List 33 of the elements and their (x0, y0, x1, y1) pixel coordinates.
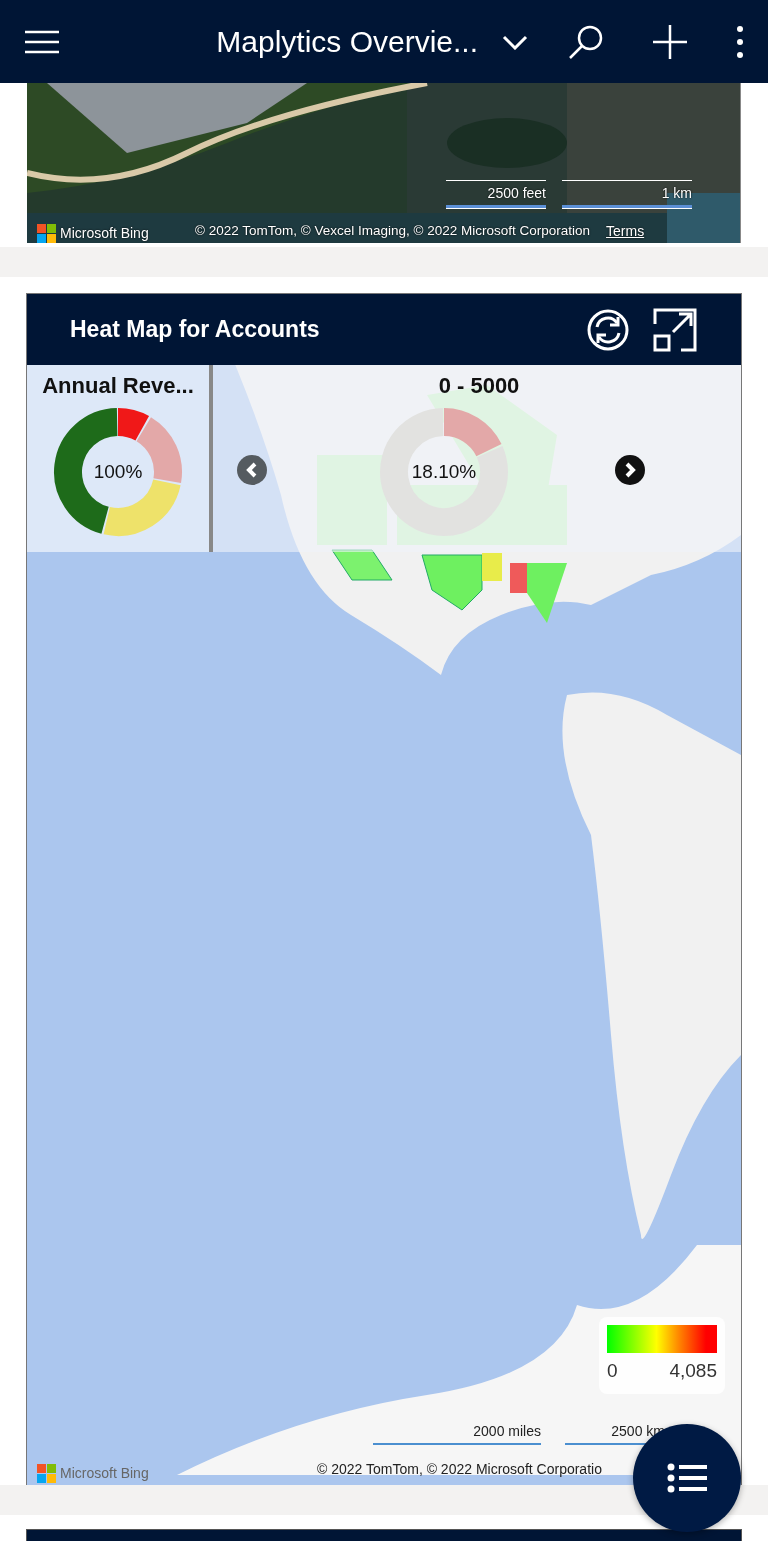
scale-label: 2500 feet (487, 185, 546, 201)
chevron-right-icon (623, 462, 637, 478)
terms-link[interactable]: Terms (606, 221, 645, 242)
panel-title: Heat Map for Accounts (70, 315, 320, 345)
map-attribution: © 2022 TomTom, © Vexcel Imaging, © 2022 Microsoft Corporation (195, 222, 591, 240)
plus-icon (652, 23, 688, 60)
expand-button[interactable] (653, 307, 697, 352)
add-button[interactable] (652, 23, 688, 60)
map-attribution: © 2022 TomTom, © 2022 Microsoft Corporatio (317, 1460, 602, 1479)
chevron-down-icon (502, 33, 528, 50)
search-button[interactable] (568, 23, 604, 60)
chart-title: Annual Reve... (42, 372, 194, 400)
menu-button[interactable] (24, 29, 60, 54)
bing-logo-text: Microsoft Bing (60, 224, 149, 243)
more-button[interactable] (736, 24, 744, 59)
windows-logo-icon (37, 1464, 56, 1483)
list-icon (667, 1463, 707, 1493)
scale-label: 1 km (661, 185, 692, 201)
chart-value: 100% (93, 459, 143, 484)
legend-max: 4,085 (669, 1359, 717, 1383)
chart-value: 18.10% (411, 459, 477, 484)
scale-label: 2000 miles (473, 1423, 541, 1439)
search-icon (568, 23, 604, 60)
windows-logo-icon (37, 224, 56, 243)
menu-icon (24, 29, 60, 54)
refresh-icon (587, 308, 629, 351)
expand-icon (653, 307, 697, 352)
range-title: 0 - 5000 (438, 372, 520, 400)
bing-logo-text: Microsoft Bing (60, 1464, 149, 1483)
chevron-left-icon (245, 462, 259, 478)
legend-min: 0 (607, 1359, 618, 1383)
refresh-button[interactable] (587, 308, 629, 351)
more-icon (736, 24, 744, 59)
